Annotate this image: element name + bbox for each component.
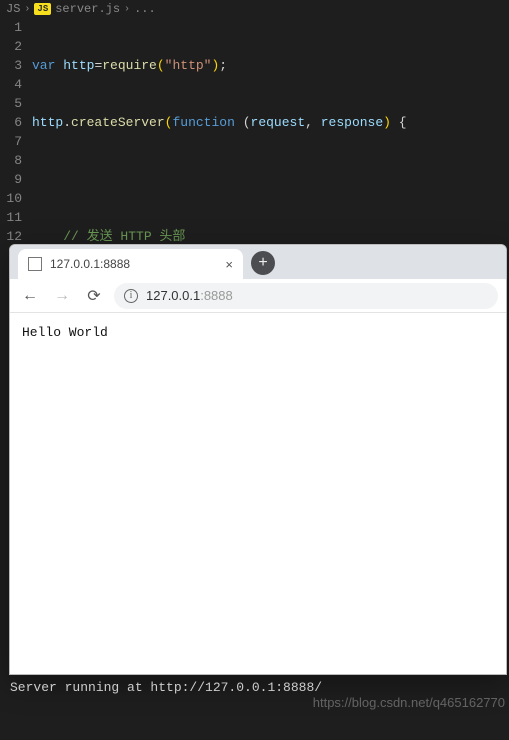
line-number: 3 — [0, 56, 22, 75]
tab-title: 127.0.0.1:8888 — [50, 257, 130, 271]
tab-bar: 127.0.0.1:8888 × + — [10, 245, 506, 279]
line-number: 4 — [0, 75, 22, 94]
url-path: :8888 — [200, 288, 233, 303]
breadcrumb-file[interactable]: server.js — [55, 2, 120, 16]
browser-toolbar: ← → ⟳ i 127.0.0.1:8888 — [10, 279, 506, 313]
line-number: 7 — [0, 132, 22, 151]
breadcrumb: JS › JS server.js › ... — [0, 0, 509, 18]
chevron-right-icon: › — [124, 4, 130, 15]
forward-button[interactable]: → — [50, 284, 74, 308]
new-tab-button[interactable]: + — [251, 251, 275, 275]
js-file-icon: JS — [34, 3, 51, 15]
watermark: https://blog.csdn.net/q465162770 — [313, 695, 505, 710]
breadcrumb-segment[interactable]: JS — [6, 2, 20, 16]
close-tab-icon[interactable]: × — [225, 257, 233, 272]
line-number: 8 — [0, 151, 22, 170]
code-line: http.createServer(function (request, res… — [32, 113, 509, 132]
line-number: 11 — [0, 208, 22, 227]
page-body: Hello World — [10, 313, 506, 352]
back-button[interactable]: ← — [18, 284, 42, 308]
line-number: 6 — [0, 113, 22, 132]
site-info-icon[interactable]: i — [124, 289, 138, 303]
line-number: 10 — [0, 189, 22, 208]
address-bar[interactable]: i 127.0.0.1:8888 — [114, 283, 498, 309]
line-number: 2 — [0, 37, 22, 56]
browser-window: 127.0.0.1:8888 × + ← → ⟳ i 127.0.0.1:888… — [9, 244, 507, 675]
reload-button[interactable]: ⟳ — [82, 284, 106, 308]
terminal-output: Server running at http://127.0.0.1:8888/ — [10, 680, 322, 695]
page-icon — [28, 257, 42, 271]
line-number: 5 — [0, 94, 22, 113]
breadcrumb-more[interactable]: ... — [134, 2, 156, 16]
chevron-right-icon: › — [24, 4, 30, 15]
url-host: 127.0.0.1 — [146, 288, 200, 303]
code-line: var http=require("http"); — [32, 56, 509, 75]
code-line — [32, 170, 509, 189]
line-number: 9 — [0, 170, 22, 189]
browser-tab[interactable]: 127.0.0.1:8888 × — [18, 249, 243, 279]
line-number: 1 — [0, 18, 22, 37]
